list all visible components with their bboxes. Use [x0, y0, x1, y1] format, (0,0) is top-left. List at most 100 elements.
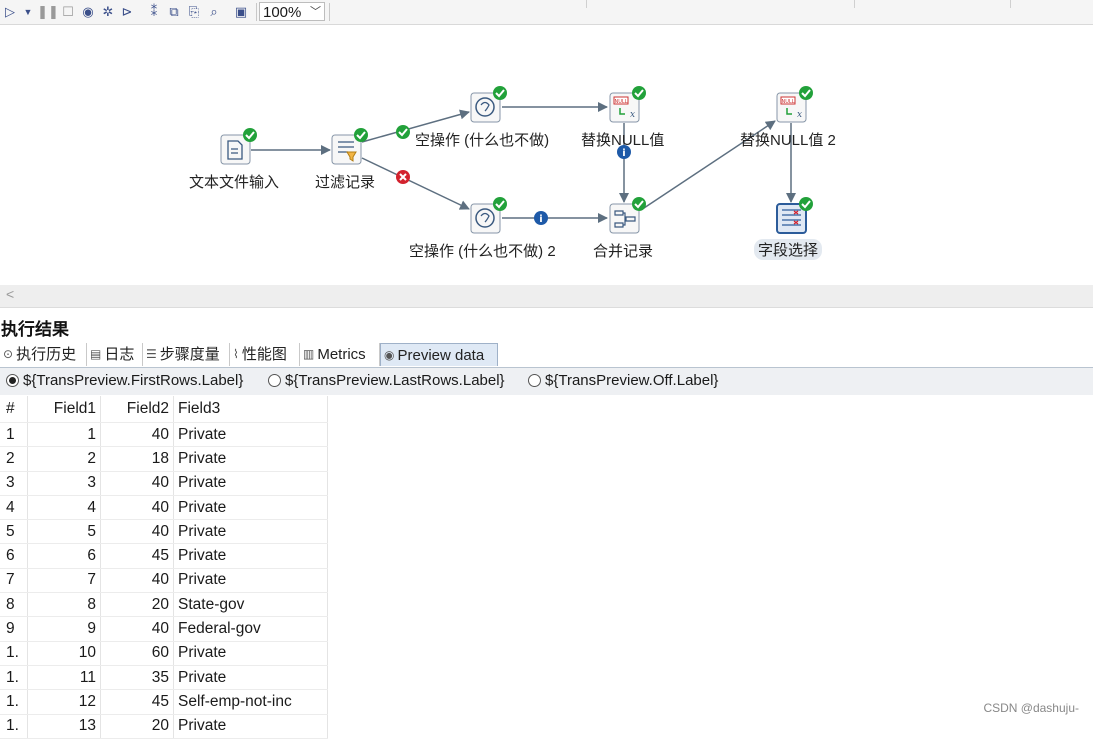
table-row[interactable]: 5 5 40 Private	[0, 519, 328, 545]
cell-field2[interactable]: 45	[100, 543, 174, 569]
zoom-select[interactable]: 100% ﹀	[259, 2, 325, 21]
cell-field2[interactable]: 20	[100, 592, 174, 618]
cell-field3[interactable]: Federal-gov	[173, 616, 328, 642]
dummy-step-2[interactable]	[470, 197, 507, 234]
column-header-field1[interactable]: Field1	[27, 396, 101, 423]
cell-index[interactable]: 9	[0, 616, 28, 642]
cell-field3[interactable]: Self-emp-not-inc	[173, 689, 328, 715]
cell-field1[interactable]: 8	[27, 592, 101, 618]
tab-step-metrics[interactable]: ☰ 步骤度量	[143, 343, 230, 366]
text-file-input-step[interactable]	[220, 128, 257, 165]
cell-field2[interactable]: 60	[100, 641, 174, 666]
table-row[interactable]: 1 1 40 Private	[0, 422, 328, 448]
explore-icon[interactable]: ⌕	[206, 3, 222, 21]
tab-preview-data[interactable]: ◉ Preview data	[380, 343, 498, 366]
cell-field1[interactable]: 4	[27, 495, 101, 521]
run-dropdown-icon[interactable]: ▼	[20, 3, 36, 21]
hop-filter-dummy2[interactable]	[361, 157, 470, 210]
sql-icon[interactable]: ⎘	[186, 3, 202, 21]
table-row[interactable]: 2 2 18 Private	[0, 446, 328, 472]
replay-icon[interactable]: ⊳	[119, 3, 135, 21]
cell-field1[interactable]: 12	[27, 689, 101, 715]
table-row[interactable]: 4 4 40 Private	[0, 495, 328, 521]
pause-icon[interactable]: ❚❚	[37, 3, 59, 21]
column-header-field3[interactable]: Field3	[173, 396, 328, 423]
cell-index[interactable]: 1.	[0, 689, 28, 715]
cell-index[interactable]: 5	[0, 519, 28, 545]
cell-field2[interactable]: 40	[100, 519, 174, 545]
transformation-canvas[interactable]: i i NULL x NULL x 文本文件输入 过滤记录 空操作 (什么也不做…	[0, 25, 1093, 285]
cell-index[interactable]: 7	[0, 568, 28, 594]
run-icon[interactable]: ▷	[2, 3, 18, 21]
tab-performance-graph[interactable]: ⌇ 性能图	[230, 343, 300, 366]
cell-field1[interactable]: 10	[27, 641, 101, 666]
cell-field2[interactable]: 40	[100, 495, 174, 521]
cell-field1[interactable]: 3	[27, 471, 101, 496]
cell-field1[interactable]: 13	[27, 714, 101, 739]
cell-field3[interactable]: Private	[173, 641, 328, 666]
radio-first-rows[interactable]: ${TransPreview.FirstRows.Label}	[6, 372, 243, 389]
cell-field1[interactable]: 7	[27, 568, 101, 594]
cell-field2[interactable]: 40	[100, 568, 174, 594]
scroll-left-icon[interactable]: <	[6, 286, 14, 302]
table-row[interactable]: 9 9 40 Federal-gov	[0, 616, 328, 642]
canvas-horizontal-scrollbar[interactable]: <	[0, 285, 1093, 308]
table-row[interactable]: 7 7 40 Private	[0, 568, 328, 594]
cell-index[interactable]: 1.	[0, 665, 28, 691]
cell-field2[interactable]: 45	[100, 689, 174, 715]
if-null-step-2[interactable]: NULL x	[776, 86, 813, 123]
column-header-index[interactable]: #	[0, 396, 28, 423]
cell-index[interactable]: 1.	[0, 641, 28, 666]
cell-field3[interactable]: Private	[173, 446, 328, 472]
cell-field1[interactable]: 9	[27, 616, 101, 642]
cell-field3[interactable]: Private	[173, 665, 328, 691]
cell-index[interactable]: 2	[0, 446, 28, 472]
verify-icon[interactable]: ⁑	[146, 3, 162, 21]
cell-field1[interactable]: 11	[27, 665, 101, 691]
table-row[interactable]: 1. 13 20 Private	[0, 714, 328, 739]
merge-rows-step[interactable]	[609, 197, 646, 234]
cell-field1[interactable]: 5	[27, 519, 101, 545]
column-header-field2[interactable]: Field2	[100, 396, 174, 423]
cell-field2[interactable]: 40	[100, 471, 174, 496]
tab-log[interactable]: ▤ 日志	[87, 343, 143, 366]
table-row[interactable]: 3 3 40 Private	[0, 471, 328, 496]
cell-index[interactable]: 1	[0, 422, 28, 448]
stop-icon[interactable]: ☐	[60, 3, 76, 21]
radio-last-rows[interactable]: ${TransPreview.LastRows.Label}	[268, 372, 505, 389]
tab-metrics[interactable]: ▥ Metrics	[300, 343, 380, 366]
cell-field2[interactable]: 40	[100, 422, 174, 448]
table-row[interactable]: 1. 12 45 Self-emp-not-inc	[0, 689, 328, 715]
cell-index[interactable]: 8	[0, 592, 28, 618]
table-row[interactable]: 1. 11 35 Private	[0, 665, 328, 691]
cell-field3[interactable]: Private	[173, 519, 328, 545]
tab-execution-history[interactable]: ⊙ 执行历史	[0, 343, 87, 366]
table-row[interactable]: 1. 10 60 Private	[0, 641, 328, 666]
cell-field2[interactable]: 20	[100, 714, 174, 739]
layout-icon[interactable]: ▣	[233, 3, 249, 21]
cell-field3[interactable]: Private	[173, 422, 328, 448]
cell-index[interactable]: 4	[0, 495, 28, 521]
cell-field2[interactable]: 35	[100, 665, 174, 691]
cell-field3[interactable]: Private	[173, 714, 328, 739]
cell-field1[interactable]: 2	[27, 446, 101, 472]
cell-field3[interactable]: Private	[173, 471, 328, 496]
cell-field3[interactable]: Private	[173, 568, 328, 594]
cell-field1[interactable]: 6	[27, 543, 101, 569]
select-values-step[interactable]	[776, 197, 813, 234]
debug-icon[interactable]: ✲	[100, 3, 116, 21]
table-row[interactable]: 6 6 45 Private	[0, 543, 328, 569]
cell-field2[interactable]: 40	[100, 616, 174, 642]
cell-field1[interactable]: 1	[27, 422, 101, 448]
cell-index[interactable]: 6	[0, 543, 28, 569]
cell-index[interactable]: 1.	[0, 714, 28, 739]
cell-field3[interactable]: State-gov	[173, 592, 328, 618]
preview-icon[interactable]: ◉	[80, 3, 96, 21]
if-null-step-1[interactable]: NULL x	[609, 86, 646, 123]
analyze-icon[interactable]: ⧉	[166, 3, 182, 21]
cell-field3[interactable]: Private	[173, 543, 328, 569]
cell-field2[interactable]: 18	[100, 446, 174, 472]
dummy-step-1[interactable]	[470, 86, 507, 123]
cell-index[interactable]: 3	[0, 471, 28, 496]
radio-off[interactable]: ${TransPreview.Off.Label}	[528, 372, 718, 389]
